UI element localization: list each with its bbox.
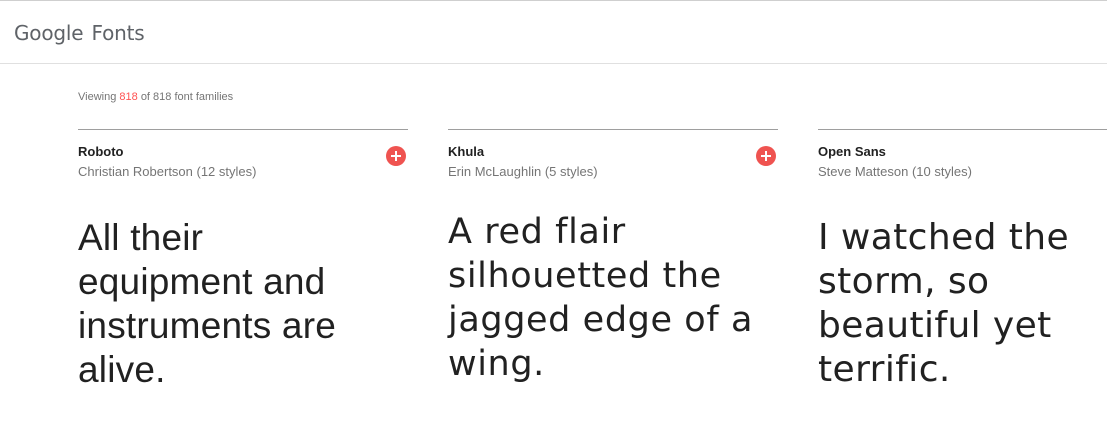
viewing-prefix: Viewing bbox=[78, 91, 117, 103]
sample-line: terrific. bbox=[818, 349, 951, 390]
viewing-suffix: of 818 font families bbox=[140, 91, 234, 103]
sample-line: jagged edge of a bbox=[448, 300, 754, 340]
font-sample-text[interactable]: All their equipment and instruments are … bbox=[78, 216, 336, 392]
viewing-count: 818 bbox=[119, 91, 138, 103]
font-card-roboto[interactable]: Roboto Christian Robertson (12 styles) A… bbox=[78, 129, 408, 426]
font-sample-text[interactable]: I watched the storm, so beautiful yet te… bbox=[818, 216, 1069, 392]
sample-line: instruments are bbox=[78, 305, 336, 346]
font-family-name[interactable]: Roboto bbox=[78, 144, 123, 159]
google-fonts-logo[interactable]: Google Fonts bbox=[14, 21, 145, 45]
sample-line: beautiful yet bbox=[818, 305, 1052, 346]
font-card-khula[interactable]: Khula Erin McLaughlin (5 styles) A red f… bbox=[448, 129, 778, 426]
results-count: Viewing 818 of 818 font families bbox=[78, 91, 233, 103]
logo-google-text: Google bbox=[14, 21, 84, 45]
app-header: Google Fonts bbox=[0, 1, 1107, 64]
sample-line: wing. bbox=[448, 344, 545, 384]
font-sample-text[interactable]: A red flair silhouetted the jagged edge … bbox=[448, 210, 753, 386]
add-font-button[interactable] bbox=[756, 146, 776, 166]
sample-line: alive. bbox=[78, 349, 166, 390]
sample-line: equipment and bbox=[78, 261, 326, 302]
font-card-open-sans[interactable]: Open Sans Steve Matteson (10 styles) I w… bbox=[818, 129, 1107, 426]
sample-line: I watched the bbox=[818, 217, 1070, 258]
add-font-button[interactable] bbox=[386, 146, 406, 166]
sample-line: silhouetted the bbox=[448, 256, 722, 296]
sample-line: All their bbox=[78, 217, 204, 258]
font-family-name[interactable]: Open Sans bbox=[818, 144, 886, 159]
sample-line: A red flair bbox=[448, 212, 626, 252]
logo-fonts-text: Fonts bbox=[91, 21, 145, 45]
font-designer: Erin McLaughlin (5 styles) bbox=[448, 164, 598, 179]
font-designer: Steve Matteson (10 styles) bbox=[818, 164, 972, 179]
font-family-name[interactable]: Khula bbox=[448, 144, 484, 159]
sample-line: storm, so bbox=[818, 261, 990, 302]
font-designer: Christian Robertson (12 styles) bbox=[78, 164, 257, 179]
